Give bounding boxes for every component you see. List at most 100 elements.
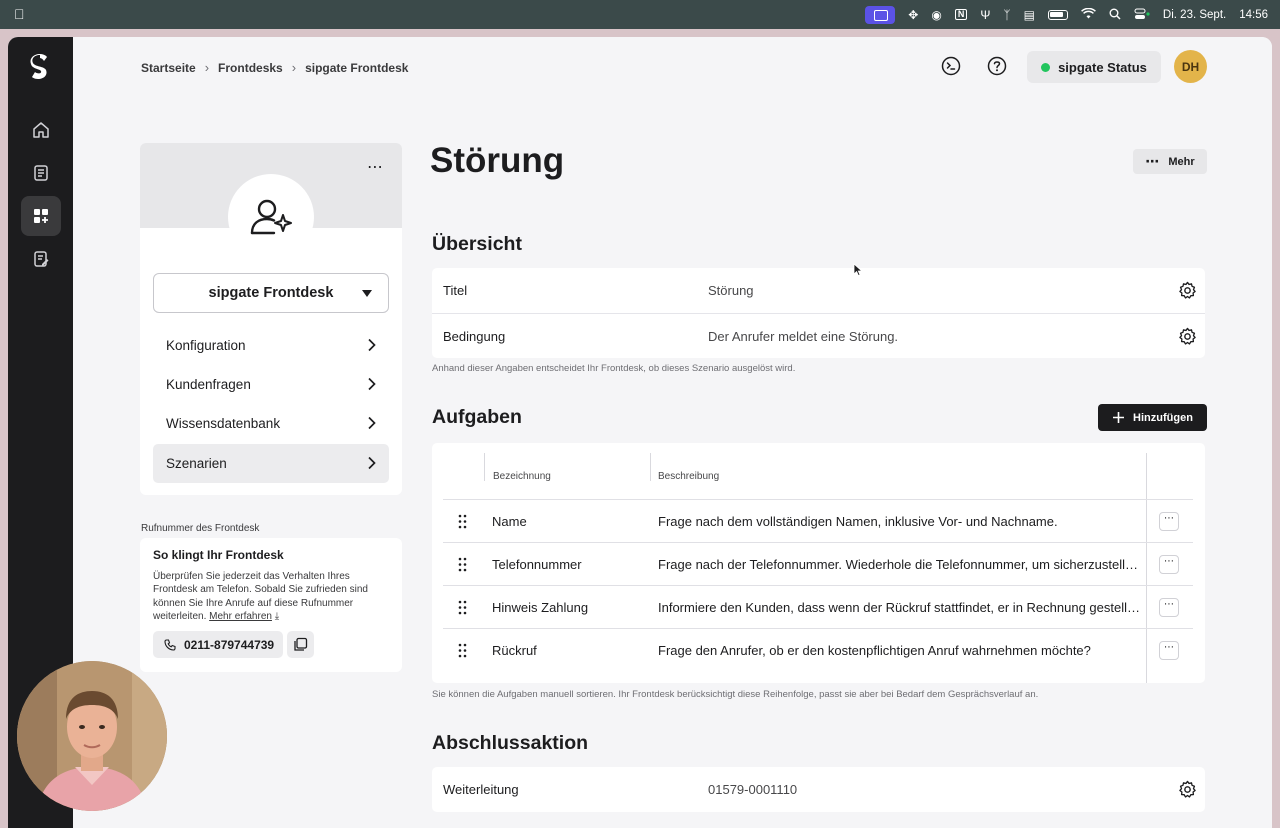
overview-hint: Anhand dieser Angaben entscheidet Ihr Fr…: [432, 363, 796, 374]
phone-card-body: Überprüfen Sie jederzeit das Verhalten I…: [153, 570, 389, 623]
phone-number-button[interactable]: 0211-879744739: [153, 631, 283, 658]
help-icon[interactable]: [986, 55, 1008, 77]
bird-icon[interactable]: ✥: [908, 9, 918, 21]
download-icon: ⤓: [274, 610, 280, 622]
add-task-label: Hinzufügen: [1133, 411, 1193, 424]
presenter-video-image: [17, 661, 167, 811]
overview-row-condition: Bedingung Der Anrufer meldet eine Störun…: [432, 313, 1205, 358]
gear-icon[interactable]: [1178, 281, 1197, 300]
learn-more-link[interactable]: Mehr erfahren: [209, 611, 272, 622]
menu-item-label: Kundenfragen: [166, 377, 251, 392]
gear-icon[interactable]: [1178, 780, 1197, 799]
menu-item-label: Wissensdatenbank: [166, 416, 281, 431]
menu-item-konfiguration[interactable]: Konfiguration: [153, 326, 389, 365]
user-avatar[interactable]: DH: [1174, 50, 1207, 83]
table-row[interactable]: Hinweis Zahlung Informiere den Kunden, d…: [443, 585, 1193, 628]
column-header-description[interactable]: Beschreibung: [658, 471, 719, 482]
menu-item-wissensdatenbank[interactable]: Wissensdatenbank: [153, 404, 389, 443]
drag-handle-icon[interactable]: [458, 557, 467, 572]
screen-share-icon[interactable]: [865, 5, 896, 24]
copy-icon: [294, 637, 308, 651]
final-action-label: Weiterleitung: [443, 782, 519, 797]
card-icon[interactable]: ▤: [1024, 9, 1035, 21]
gear-icon[interactable]: [1178, 327, 1197, 346]
row-more-icon[interactable]: ⋯: [1159, 555, 1179, 574]
menu-item-label: Konfiguration: [166, 338, 246, 353]
drag-handle-icon[interactable]: [458, 643, 467, 658]
breadcrumb-home[interactable]: Startseite: [141, 61, 196, 75]
status-dot-icon: [1041, 62, 1051, 72]
nav-frontdesks[interactable]: [21, 196, 61, 236]
phone-section-label: Rufnummer des Frontdesk: [141, 523, 260, 534]
overview-row-title: Titel Störung: [432, 268, 1205, 313]
control-center-icon[interactable]: [1134, 8, 1150, 22]
status-button[interactable]: sipgate Status: [1027, 51, 1161, 83]
main-content: Startseite › Frontdesks › sipgate Frontd…: [73, 37, 1272, 828]
nav-documents[interactable]: [21, 153, 61, 193]
drag-handle-icon[interactable]: [458, 514, 467, 529]
macos-menubar:  ✥ ◉ N Ψ ᛉ ▤ Di. 23. Sept. 14:56: [0, 0, 1280, 29]
copy-button[interactable]: [287, 631, 314, 658]
final-action-heading: Abschlussaktion: [432, 732, 589, 754]
more-button[interactable]: ⋯ Mehr: [1133, 149, 1207, 174]
task-description: Informiere den Kunden, dass wenn der Rüc…: [658, 600, 1140, 615]
table-row[interactable]: Rückruf Frage den Anrufer, ob er den kos…: [443, 628, 1193, 671]
menu-item-kundenfragen[interactable]: Kundenfragen: [153, 365, 389, 404]
overview-value: Der Anrufer meldet eine Störung.: [708, 329, 899, 344]
app-window: Startseite › Frontdesks › sipgate Frontd…: [8, 37, 1272, 828]
column-divider: [650, 453, 651, 481]
frontdesk-select-value: sipgate Frontdesk: [208, 285, 334, 301]
phone-icon: [164, 638, 176, 651]
chevron-right-icon: [368, 338, 376, 352]
document-list-icon: [34, 165, 48, 181]
github-icon[interactable]: ◉: [931, 9, 941, 21]
menu-item-szenarien[interactable]: Szenarien: [153, 444, 389, 483]
breadcrumb-frontdesks[interactable]: Frontdesks: [218, 61, 283, 75]
battery-icon[interactable]: [1047, 9, 1068, 20]
row-more-icon[interactable]: ⋯: [1159, 598, 1179, 617]
task-name: Hinweis Zahlung: [492, 600, 589, 615]
overview-label: Bedingung: [443, 329, 506, 344]
table-row[interactable]: Name Frage nach dem vollständigen Namen,…: [443, 499, 1193, 542]
column-divider: [484, 453, 485, 481]
bluetooth-icon[interactable]: ᛉ: [1003, 9, 1010, 21]
task-name: Telefonnummer: [492, 557, 582, 572]
chevron-right-icon: ›: [291, 60, 297, 75]
chevron-right-icon: [368, 456, 376, 470]
row-more-icon[interactable]: ⋯: [1159, 512, 1179, 531]
overview-card: Titel Störung Bedingung Der Anrufer meld…: [432, 268, 1205, 358]
column-header-name[interactable]: Bezeichnung: [493, 471, 551, 482]
card-more-icon[interactable]: ⋯: [367, 157, 384, 177]
phone-number: 0211-879744739: [184, 637, 275, 652]
terminal-icon[interactable]: [940, 55, 962, 77]
nav-notes[interactable]: [21, 239, 61, 279]
add-task-button[interactable]: Hinzufügen: [1098, 404, 1207, 431]
overview-value: Störung: [708, 283, 754, 298]
tasks-heading: Aufgaben: [432, 406, 522, 428]
apple-icon[interactable]: : [14, 6, 25, 22]
antenna-icon[interactable]: Ψ: [980, 9, 990, 21]
table-row[interactable]: Telefonnummer Frage nach der Telefonnumm…: [443, 542, 1193, 585]
caret-down-icon: [362, 290, 372, 297]
menubar-status-items: ✥ ◉ N Ψ ᛉ ▤ Di. 23. Sept. 14:56: [865, 0, 1268, 29]
task-name: Name: [492, 514, 527, 529]
sipgate-logo-icon[interactable]: [28, 53, 52, 81]
row-more-icon[interactable]: ⋯: [1159, 641, 1179, 660]
home-icon: [33, 122, 49, 138]
task-description: Frage nach der Telefonnummer. Wiederhole…: [658, 557, 1140, 572]
drag-handle-icon[interactable]: [458, 600, 467, 615]
task-description: Frage nach dem vollständigen Namen, inkl…: [658, 514, 1058, 529]
menu-item-label: Szenarien: [166, 456, 227, 471]
status-label: sipgate Status: [1058, 59, 1147, 75]
chevron-right-icon: [368, 377, 376, 391]
wifi-icon[interactable]: [1081, 7, 1096, 21]
nav-home[interactable]: [21, 110, 61, 150]
final-action-card: Weiterleitung 01579-0001110: [432, 767, 1205, 812]
notion-icon[interactable]: N: [954, 9, 968, 20]
more-dots-icon: ⋯: [1145, 153, 1161, 169]
frontdesk-select[interactable]: sipgate Frontdesk: [153, 273, 389, 313]
webcam-overlay: [17, 661, 167, 811]
search-icon[interactable]: [1109, 8, 1121, 22]
overview-heading: Übersicht: [432, 233, 522, 255]
grid-plus-icon: [34, 209, 48, 223]
